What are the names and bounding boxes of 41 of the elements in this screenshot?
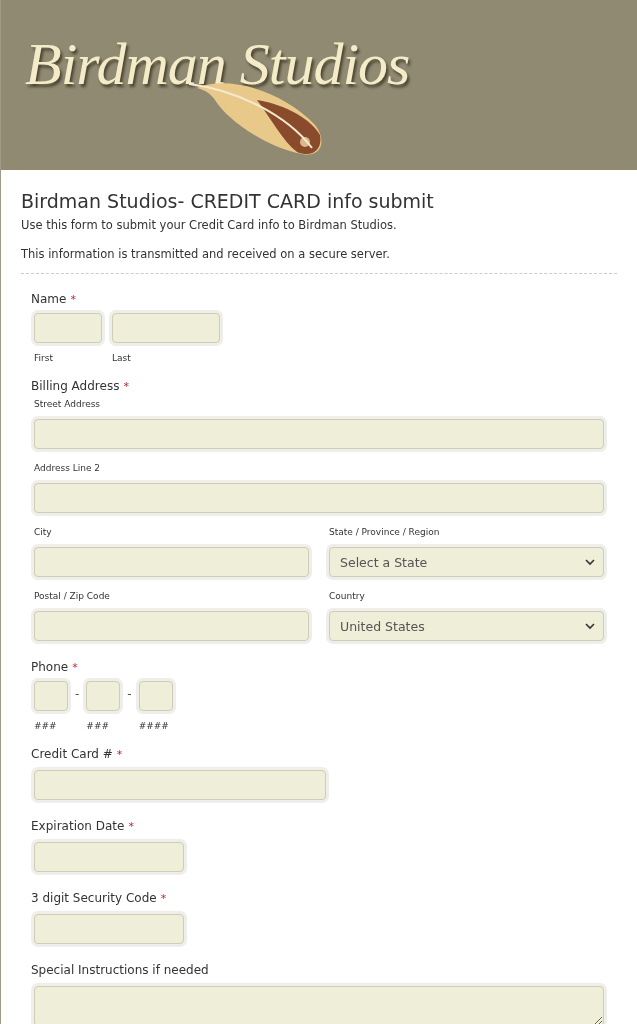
- select-dropdown[interactable]: Select a State: [329, 547, 604, 577]
- field-sublabel: Country: [329, 591, 366, 601]
- logo-text: Birdman Studios: [25, 30, 410, 99]
- chevron-down-icon: [585, 558, 595, 566]
- form-title: Birdman Studios- CREDIT CARD info submit: [21, 190, 435, 212]
- field-label: Expiration Date *: [31, 819, 135, 833]
- input-field[interactable]: [112, 313, 220, 343]
- chevron-down-icon: [585, 622, 595, 630]
- input-field[interactable]: [34, 547, 309, 577]
- field-sublabel: Postal / Zip Code: [34, 591, 111, 601]
- field-sublabel: Address Line 2: [34, 463, 102, 473]
- form-description: This information is transmitted and received on a secure server.: [21, 247, 391, 261]
- input-field[interactable]: [86, 681, 121, 711]
- input-field[interactable]: [34, 681, 68, 711]
- input-field[interactable]: [138, 681, 173, 711]
- field-sublabel: ###: [86, 721, 110, 731]
- field-sublabel: ####: [138, 721, 170, 731]
- dash-separator: -: [127, 686, 132, 701]
- input-field[interactable]: [34, 914, 184, 944]
- form-description: Use this form to submit your Credit Card info to Birdman Studios.: [21, 218, 398, 232]
- field-sublabel: Street Address: [34, 399, 102, 409]
- input-field[interactable]: [34, 483, 604, 513]
- field-sublabel: First: [34, 353, 54, 363]
- input-field[interactable]: [34, 313, 102, 343]
- input-field[interactable]: [34, 419, 604, 449]
- field-label: Credit Card # *: [31, 747, 124, 761]
- field-label: Phone *: [31, 660, 79, 674]
- field-sublabel: State / Province / Region: [329, 527, 441, 537]
- field-sublabel: City: [34, 527, 53, 537]
- field-label: 3 digit Security Code *: [31, 891, 168, 905]
- field-sublabel: ###: [34, 721, 58, 731]
- text-area[interactable]: [34, 986, 604, 1024]
- field-sublabel: Last: [112, 353, 132, 363]
- select-dropdown[interactable]: United States: [329, 611, 604, 641]
- field-label: Name *: [31, 292, 77, 306]
- field-label: Special Instructions if needed: [31, 963, 210, 977]
- field-label: Billing Address *: [31, 379, 130, 393]
- input-field[interactable]: [34, 770, 326, 800]
- input-field[interactable]: [34, 842, 184, 872]
- input-field[interactable]: [34, 611, 309, 641]
- dash-separator: -: [75, 686, 80, 701]
